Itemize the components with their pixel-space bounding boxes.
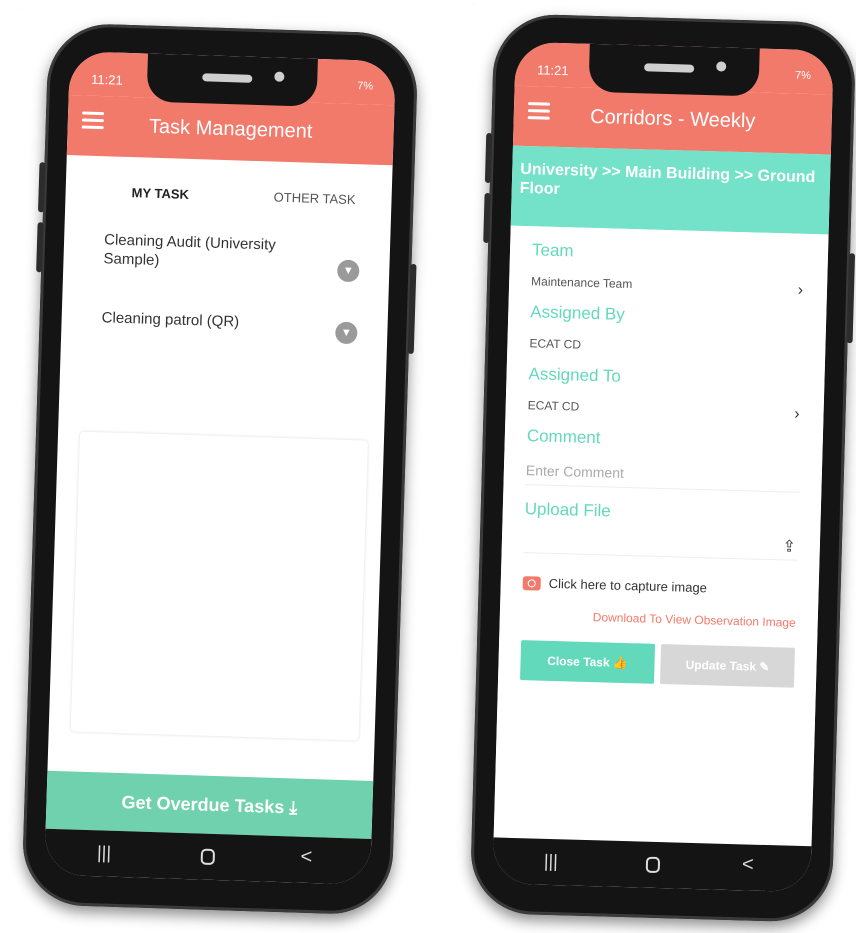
tab-my-task[interactable]: MY TASK — [131, 185, 189, 202]
upload-icon[interactable]: ⇪ — [782, 536, 796, 556]
front-camera-icon — [274, 71, 285, 82]
camera-icon — [522, 575, 541, 591]
back-icon[interactable]: < — [742, 853, 754, 876]
left-phone: 11:21 7% Task Management MY TASK OTHER T… — [21, 22, 419, 916]
team-value: Maintenance Team — [530, 274, 633, 292]
list-item[interactable]: Cleaning Audit (University Sample) ▼ — [103, 230, 360, 283]
task-list: Cleaning Audit (University Sample) ▼ Cle… — [100, 230, 360, 375]
right-notch — [588, 43, 760, 97]
left-battery-level: 7% — [356, 80, 374, 93]
right-nav-bar: ||| < — [492, 837, 812, 893]
breadcrumb: University >> Main Building >> Ground Fl… — [510, 145, 831, 235]
left-notch — [146, 53, 318, 107]
back-icon[interactable]: < — [300, 846, 312, 869]
assigned-to-label: Assigned To — [528, 364, 622, 386]
left-screen: 11:21 7% Task Management MY TASK OTHER T… — [44, 51, 396, 885]
speaker-icon — [202, 73, 253, 83]
home-icon[interactable] — [201, 848, 216, 866]
chevron-right-icon: › — [793, 405, 800, 423]
left-nav-bar: ||| < — [44, 828, 372, 885]
left-phone-volume-down — [36, 222, 44, 273]
task-label: Cleaning patrol (QR) — [101, 309, 240, 331]
front-camera-icon — [716, 61, 727, 72]
recent-apps-icon[interactable]: ||| — [97, 842, 112, 863]
chevron-down-icon[interactable]: ▼ — [334, 321, 358, 345]
right-screen: 11:21 7% Corridors - Weekly University >… — [492, 41, 834, 893]
assigned-to-field[interactable]: ECAT CD › — [527, 398, 802, 423]
pencil-icon: ✎ — [759, 659, 770, 675]
page-title: Task Management — [148, 115, 313, 143]
page-title: Corridors - Weekly — [589, 105, 756, 133]
right-phone-volume-down — [483, 192, 491, 244]
list-item[interactable]: Cleaning patrol (QR) ▼ — [101, 308, 358, 345]
comment-label: Comment — [526, 426, 601, 448]
task-label: Cleaning Audit (University Sample) — [103, 231, 277, 269]
task-form: Team Maintenance Team › Assigned By ECAT… — [493, 225, 829, 847]
screenshot-stage: 11:21 7% Task Management MY TASK OTHER T… — [0, 0, 856, 933]
left-phone-volume-up — [37, 162, 46, 213]
task-panel — [71, 432, 368, 741]
task-tabs: MY TASK OTHER TASK — [65, 155, 393, 225]
upload-file-field[interactable]: ⇪ — [523, 519, 799, 561]
update-task-label: Update Task — [685, 657, 757, 674]
get-overdue-tasks-label: Get Overdue Tasks — [121, 792, 285, 818]
comment-input[interactable]: Enter Comment — [525, 462, 801, 493]
chevron-right-icon: › — [797, 281, 804, 299]
get-overdue-tasks-button[interactable]: Get Overdue Tasks ⤓ — [45, 770, 374, 839]
left-status-time: 11:21 — [90, 71, 123, 88]
update-task-button[interactable]: Update Task ✎ — [659, 644, 796, 688]
right-phone-volume-up — [484, 132, 493, 184]
assigned-by-value: ECAT CD — [529, 336, 582, 352]
capture-image-button[interactable]: Click here to capture image — [522, 575, 797, 598]
team-field[interactable]: Maintenance Team › — [530, 274, 805, 299]
chevron-down-icon[interactable]: ▼ — [336, 259, 360, 283]
assigned-to-value: ECAT CD — [527, 398, 580, 414]
right-battery-level: 7% — [794, 69, 812, 82]
assigned-by-label: Assigned By — [530, 302, 626, 324]
home-icon[interactable] — [645, 856, 660, 874]
tab-other-task[interactable]: OTHER TASK — [273, 190, 355, 208]
speaker-icon — [644, 63, 695, 73]
download-observation-link[interactable]: Download To View Observation Image — [522, 608, 796, 630]
right-status-time: 11:21 — [536, 62, 569, 79]
close-task-button[interactable]: Close Task 👍 — [520, 640, 656, 684]
action-buttons: Close Task 👍 Update Task ✎ — [520, 640, 796, 688]
team-label: Team — [531, 240, 574, 261]
right-app-bar: Corridors - Weekly — [512, 85, 833, 155]
capture-image-label: Click here to capture image — [548, 575, 708, 596]
recent-apps-icon[interactable]: ||| — [544, 851, 559, 872]
thumbs-up-icon: 👍 — [612, 655, 629, 671]
close-task-label: Close Task — [546, 653, 610, 670]
right-phone: 11:21 7% Corridors - Weekly University >… — [469, 13, 856, 923]
left-app-bar: Task Management — [66, 95, 395, 166]
left-phone-power-button — [407, 263, 417, 355]
download-icon: ⤓ — [288, 797, 298, 818]
